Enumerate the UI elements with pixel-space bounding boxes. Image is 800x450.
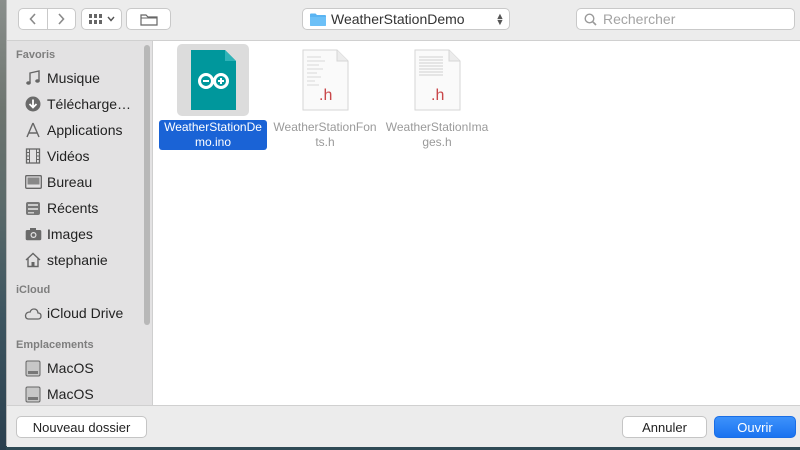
search-icon: [584, 12, 597, 26]
music-note-icon: [23, 68, 43, 88]
recents-icon: [23, 198, 43, 218]
desktop-icon: [23, 172, 43, 192]
sidebar-scrollbar[interactable]: [144, 45, 150, 325]
sidebar-item-musique[interactable]: Musique: [7, 65, 152, 91]
nav-button-group: [18, 8, 76, 30]
search-field: [576, 8, 795, 30]
sidebar-item-bureau[interactable]: Bureau: [7, 169, 152, 195]
sidebar-item-label: MacOS: [47, 386, 94, 402]
sidebar-item-label: Bureau: [47, 174, 93, 190]
new-folder-toolbar-button[interactable]: [126, 8, 171, 30]
open-file-dialog: WeatherStationDemo ▲▼ Favoris Musique Té…: [6, 0, 800, 447]
sidebar-section-locations: Emplacements: [16, 339, 94, 351]
sidebar-item-label: iCloud Drive: [47, 305, 124, 321]
sidebar-item-recents[interactable]: Récents: [7, 195, 152, 221]
sidebar-item-images[interactable]: Images: [7, 221, 152, 247]
folder-path-popup[interactable]: WeatherStationDemo ▲ ▼: [302, 8, 510, 30]
updown-chevron-icon: ▲ ▼: [495, 11, 505, 27]
sidebar-item-icloud-drive[interactable]: iCloud Drive: [7, 300, 152, 326]
chevron-left-icon: [29, 13, 36, 25]
sidebar-item-label: stephanie: [47, 252, 108, 268]
file-name: WeatherStationFonts.h: [273, 120, 377, 149]
new-folder-button[interactable]: Nouveau dossier: [16, 416, 147, 438]
folder-icon: [310, 13, 326, 26]
file-item[interactable]: .h WeatherStationImages.h: [381, 44, 493, 151]
sidebar-section-favorites: Favoris: [16, 49, 56, 61]
header-file-icon: .h: [401, 44, 473, 116]
sidebar-item-applications[interactable]: Applications: [7, 117, 152, 143]
camera-icon: [23, 224, 43, 244]
folder-icon: [139, 13, 158, 26]
film-icon: [23, 146, 43, 166]
sidebar-item-label: MacOS: [47, 360, 94, 376]
sidebar: Favoris Musique Télécharge… Applications…: [7, 41, 153, 405]
sidebar-item-label: Télécharge…: [47, 96, 132, 112]
disk-icon: [23, 358, 43, 378]
sidebar-item-label: Images: [47, 226, 93, 242]
sidebar-section-icloud: iCloud: [16, 284, 51, 296]
view-mode-button[interactable]: [81, 8, 122, 30]
file-browser: WeatherStationDemo.ino .h WeatherStation…: [153, 41, 800, 405]
sidebar-item-macos-2[interactable]: MacOS: [7, 381, 152, 405]
grid-view-icon: [88, 14, 102, 24]
search-input[interactable]: [601, 10, 785, 28]
sidebar-item-downloads[interactable]: Télécharge…: [7, 91, 152, 117]
sidebar-item-videos[interactable]: Vidéos: [7, 143, 152, 169]
current-folder-label: WeatherStationDemo: [331, 11, 465, 27]
sidebar-item-label: Musique: [47, 70, 100, 86]
file-name: WeatherStationImages.h: [385, 120, 489, 149]
file-name: WeatherStationDemo.ino: [159, 120, 267, 150]
sidebar-item-label: Récents: [47, 200, 99, 216]
chevron-down-icon: [106, 16, 115, 22]
applications-icon: [23, 120, 43, 140]
toolbar: WeatherStationDemo ▲ ▼: [7, 0, 800, 41]
sidebar-item-label: Vidéos: [47, 148, 90, 164]
file-item[interactable]: WeatherStationDemo.ino: [157, 44, 269, 151]
header-file-icon: .h: [289, 44, 361, 116]
bottom-bar: Nouveau dossier Annuler Ouvrir: [7, 405, 800, 447]
chevron-right-icon: [58, 13, 65, 25]
back-button[interactable]: [19, 9, 47, 29]
open-button[interactable]: Ouvrir: [714, 416, 796, 438]
home-icon: [23, 250, 43, 270]
file-extension: .h: [319, 87, 332, 104]
sidebar-item-home[interactable]: stephanie: [7, 247, 152, 273]
disk-icon: [23, 384, 43, 404]
sidebar-item-macos-1[interactable]: MacOS: [7, 355, 152, 381]
forward-button[interactable]: [46, 9, 76, 29]
cancel-button[interactable]: Annuler: [622, 416, 707, 438]
download-icon: [23, 94, 43, 114]
file-item[interactable]: .h WeatherStationFonts.h: [269, 44, 381, 151]
file-extension: .h: [431, 87, 444, 104]
cloud-icon: [23, 303, 43, 323]
arduino-file-icon: [177, 44, 249, 116]
sidebar-item-label: Applications: [47, 122, 123, 138]
